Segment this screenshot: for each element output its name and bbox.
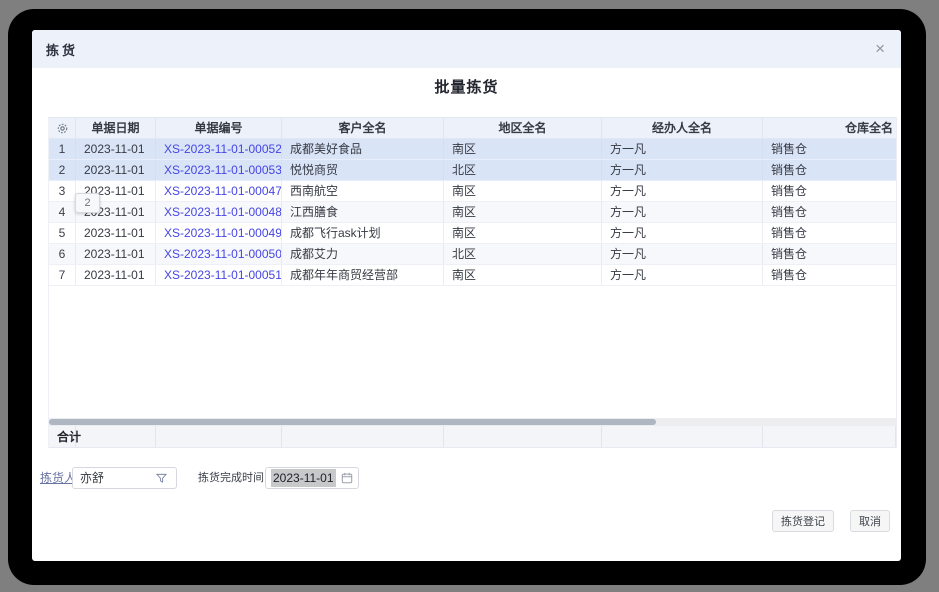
finish-time-value: 2023-11-01 [271, 469, 336, 487]
region-name: 南区 [444, 139, 602, 159]
customer-name: 成都美好食品 [282, 139, 444, 159]
doc-date: 2023-11-01 [76, 160, 156, 180]
warehouse-name: 销售仓 [763, 139, 896, 159]
scrollbar-thumb[interactable] [49, 419, 656, 425]
table-empty-space [49, 286, 896, 418]
handler-name: 方一凡 [602, 265, 763, 285]
picker-label-text: 拣货人 [40, 471, 76, 485]
warehouse-name: 销售仓 [763, 181, 896, 201]
drag-count-badge: 2 [75, 193, 100, 213]
customer-name: 江西膳食 [282, 202, 444, 222]
region-name: 南区 [444, 181, 602, 201]
doc-number[interactable]: XS-2023-11-01-00047 [156, 181, 282, 201]
finish-time-input[interactable]: 2023-11-01 [265, 467, 359, 489]
table-row[interactable]: 22023-11-01XS-2023-11-01-00053悦悦商贸北区方一凡销… [49, 160, 896, 181]
row-number: 5 [49, 223, 76, 243]
doc-number[interactable]: XS-2023-11-01-00051 [156, 265, 282, 285]
region-name: 南区 [444, 265, 602, 285]
doc-number[interactable]: XS-2023-11-01-00048 [156, 202, 282, 222]
row-number: 7 [49, 265, 76, 285]
orders-table: 单据日期单据编号客户全名地区全名经办人全名仓库全名 12023-11-01XS-… [48, 117, 897, 448]
finish-time-label: 拣货完成时间 [198, 467, 264, 489]
column-header-handler-name[interactable]: 经办人全名 [602, 118, 763, 138]
cancel-button[interactable]: 取消 [850, 510, 890, 532]
handler-name: 方一凡 [602, 181, 763, 201]
row-number: 6 [49, 244, 76, 264]
table-row[interactable]: 32023-11-01XS-2023-11-01-00047西南航空南区方一凡销… [49, 181, 896, 202]
doc-number[interactable]: XS-2023-11-01-00049 [156, 223, 282, 243]
warehouse-name: 销售仓 [763, 223, 896, 243]
handler-name: 方一凡 [602, 244, 763, 264]
table-header-row: 单据日期单据编号客户全名地区全名经办人全名仓库全名 [49, 117, 896, 139]
handler-name: 方一凡 [602, 160, 763, 180]
customer-name: 成都艾力 [282, 244, 444, 264]
picking-dialog: 拣货 × 批量拣货 单据日期单据编号客户全名地区全名经办人全名仓库全名 1202… [32, 30, 901, 561]
funnel-icon [156, 473, 172, 484]
calendar-icon [341, 472, 353, 484]
table-body: 12023-11-01XS-2023-11-01-00052成都美好食品南区方一… [49, 139, 896, 286]
column-header-doc-number[interactable]: 单据编号 [156, 118, 282, 138]
column-header-region-name[interactable]: 地区全名 [444, 118, 602, 138]
handler-name: 方一凡 [602, 139, 763, 159]
table-row[interactable]: 72023-11-01XS-2023-11-01-00051成都年年商贸经营部南… [49, 265, 896, 286]
column-header-doc-date[interactable]: 单据日期 [76, 118, 156, 138]
warehouse-name: 销售仓 [763, 244, 896, 264]
column-settings-gear-icon[interactable] [49, 118, 76, 138]
warehouse-name: 销售仓 [763, 202, 896, 222]
footer-total-label: 合计 [49, 426, 76, 447]
warehouse-name: 销售仓 [763, 160, 896, 180]
warehouse-name: 销售仓 [763, 265, 896, 285]
customer-name: 成都飞行ask计划 [282, 223, 444, 243]
footer-cell [602, 426, 763, 447]
screen: 拣货 × 批量拣货 单据日期单据编号客户全名地区全名经办人全名仓库全名 1202… [0, 0, 939, 592]
picker-select[interactable]: 亦舒 [72, 467, 177, 489]
dialog-title: 拣货 [46, 40, 78, 59]
handler-name: 方一凡 [602, 223, 763, 243]
region-name: 北区 [444, 244, 602, 264]
table-row[interactable]: 12023-11-01XS-2023-11-01-00052成都美好食品南区方一… [49, 139, 896, 160]
customer-name: 西南航空 [282, 181, 444, 201]
column-header-warehouse-name[interactable]: 仓库全名 [763, 118, 896, 138]
page-title: 批量拣货 [32, 76, 901, 97]
picking-register-button[interactable]: 拣货登记 [772, 510, 834, 532]
picker-value: 亦舒 [73, 468, 156, 488]
region-name: 南区 [444, 223, 602, 243]
region-name: 北区 [444, 160, 602, 180]
close-icon[interactable]: × [875, 30, 885, 68]
doc-number[interactable]: XS-2023-11-01-00053 [156, 160, 282, 180]
row-number: 1 [49, 139, 76, 159]
footer-cell [156, 426, 282, 447]
horizontal-scrollbar [49, 418, 896, 426]
table-row[interactable]: 52023-11-01XS-2023-11-01-00049成都飞行ask计划南… [49, 223, 896, 244]
doc-date: 2023-11-01 [76, 223, 156, 243]
table-row[interactable]: 62023-11-01XS-2023-11-01-00050成都艾力北区方一凡销… [49, 244, 896, 265]
doc-number[interactable]: XS-2023-11-01-00052 [156, 139, 282, 159]
footer-cell [282, 426, 444, 447]
region-name: 南区 [444, 202, 602, 222]
dialog-header: 拣货 × [32, 30, 901, 68]
dialog-actions: 拣货登记 取消 [772, 510, 890, 532]
table-row[interactable]: 42023-11-01XS-2023-11-01-00048江西膳食南区方一凡销… [49, 202, 896, 223]
footer-cell [763, 426, 896, 447]
table-footer-row: 合计 [49, 426, 896, 448]
customer-name: 悦悦商贸 [282, 160, 444, 180]
customer-name: 成都年年商贸经营部 [282, 265, 444, 285]
row-number: 3 [49, 181, 76, 201]
footer-cell [444, 426, 602, 447]
column-header-customer-name[interactable]: 客户全名 [282, 118, 444, 138]
doc-date: 2023-11-01 [76, 265, 156, 285]
doc-number[interactable]: XS-2023-11-01-00050 [156, 244, 282, 264]
doc-date: 2023-11-01 [76, 139, 156, 159]
handler-name: 方一凡 [602, 202, 763, 222]
row-number: 4 [49, 202, 76, 222]
row-number: 2 [49, 160, 76, 180]
doc-date: 2023-11-01 [76, 244, 156, 264]
footer-cell [76, 426, 156, 447]
